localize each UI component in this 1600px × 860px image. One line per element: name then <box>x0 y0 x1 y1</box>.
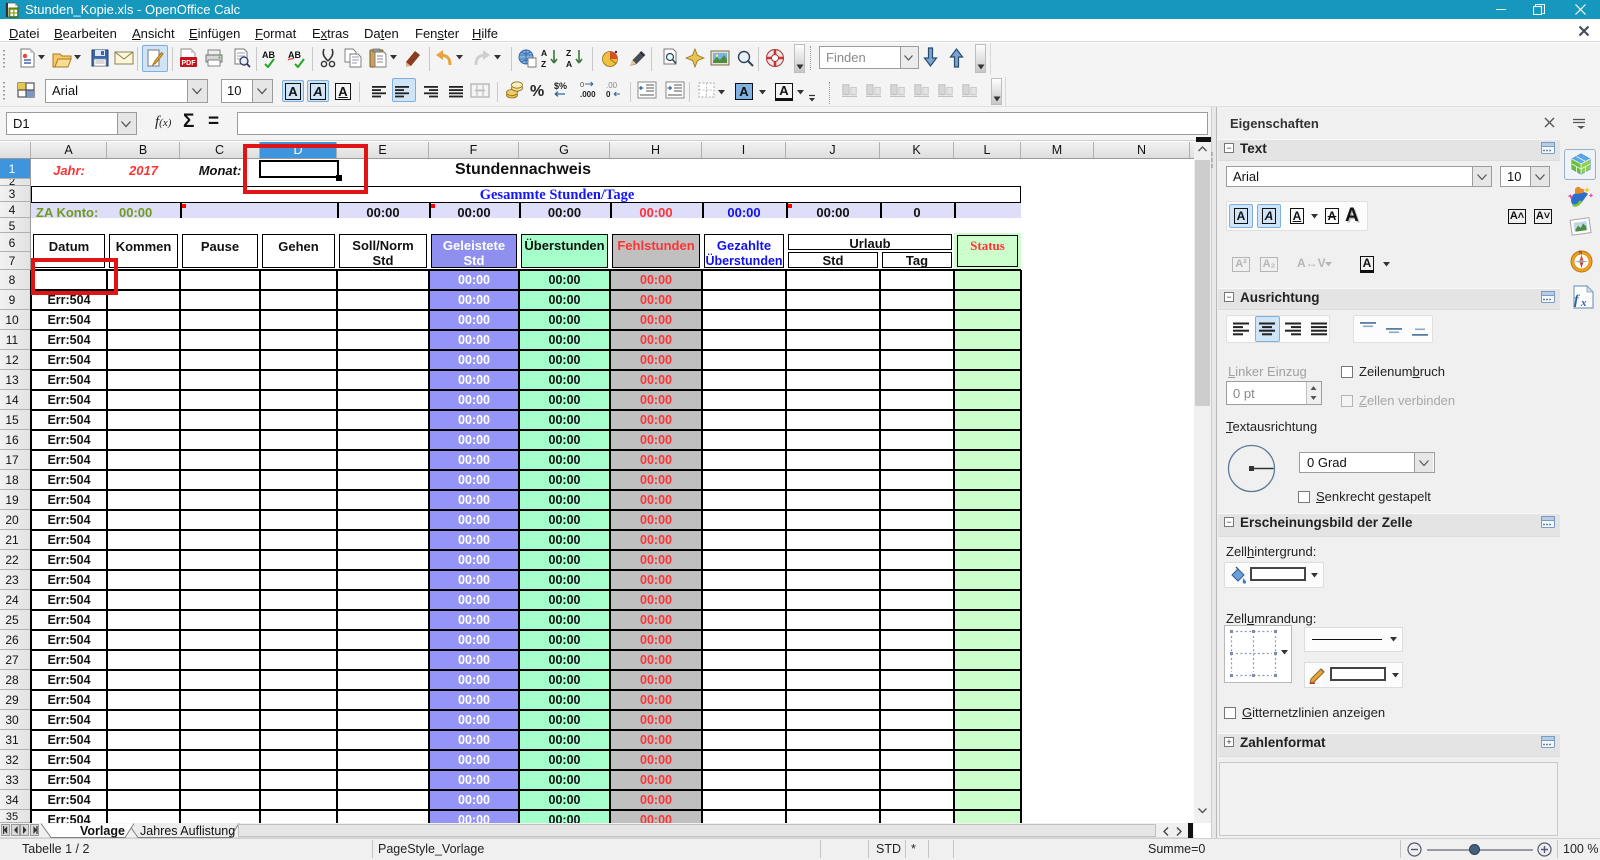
svg-text:.00: .00 <box>606 81 618 90</box>
svg-text:Z: Z <box>566 48 571 58</box>
svg-text:x: x <box>1580 297 1587 309</box>
svg-text:Z: Z <box>541 59 546 68</box>
svg-text:A: A <box>566 59 572 68</box>
svg-text:0: 0 <box>580 80 584 89</box>
svg-text:PDF: PDF <box>182 60 197 67</box>
svg-text:AB: AB <box>262 50 275 60</box>
svg-text:.000: .000 <box>580 90 596 99</box>
svg-text:A: A <box>541 48 547 58</box>
svg-text:N: N <box>1579 251 1583 257</box>
svg-text:$%: $% <box>554 81 567 91</box>
svg-text:0: 0 <box>606 90 611 99</box>
